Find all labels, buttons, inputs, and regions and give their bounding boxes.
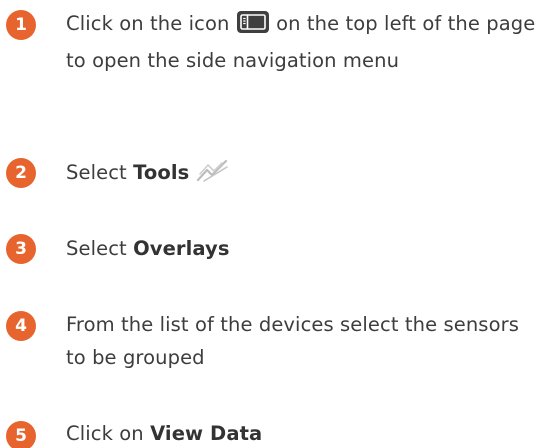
step-number-badge: 1 <box>6 10 36 40</box>
step-text-before: Select <box>66 161 127 184</box>
step-number-badge: 5 <box>6 421 36 448</box>
step-text: Click on the icon on the top left of the… <box>66 7 543 77</box>
step-text: Select Overlays <box>66 232 543 265</box>
step-text: Click on View Data <box>66 417 543 448</box>
step-text-before: Click on the icon <box>66 12 230 35</box>
step-number-badge: 3 <box>6 234 36 264</box>
step-text-before: From the list of the devices select the … <box>66 313 519 369</box>
step-text-bold: View Data <box>150 422 263 445</box>
instruction-steps: 1 Click on the icon on the top left of t… <box>0 0 547 448</box>
step-text-bold: Overlays <box>133 237 230 260</box>
step-text: From the list of the devices select the … <box>66 308 543 374</box>
step-text-before: Select <box>66 237 127 260</box>
tools-chart-icon <box>196 157 230 193</box>
step-number-badge: 2 <box>6 158 36 188</box>
step-text: Select Tools <box>66 156 543 193</box>
side-panel-icon <box>236 10 270 44</box>
step-text-bold: Tools <box>133 161 190 184</box>
step-text-before: Click on <box>66 422 144 445</box>
step-number-badge: 4 <box>6 311 36 341</box>
